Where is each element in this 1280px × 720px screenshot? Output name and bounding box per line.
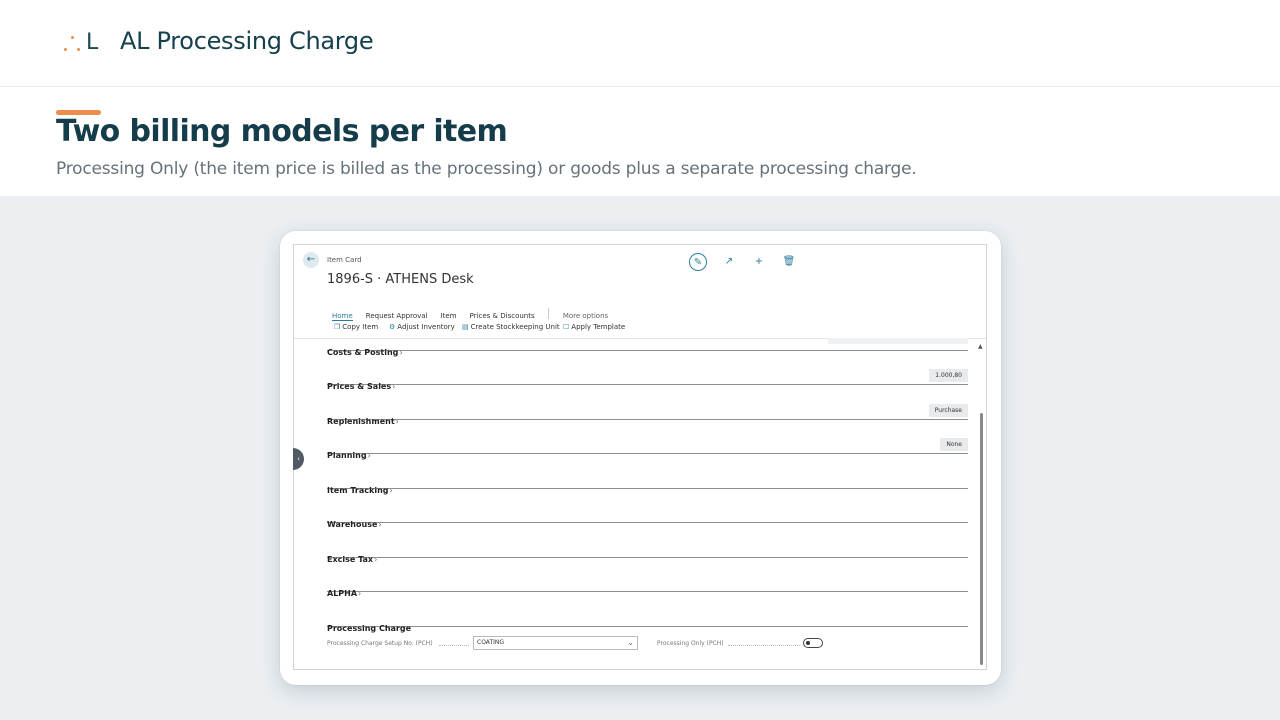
- section-item-tracking[interactable]: Item Tracking›: [327, 478, 968, 495]
- section-replenishment[interactable]: Replenishment› Purchase: [327, 404, 968, 426]
- section-costs-posting[interactable]: Costs & Posting›: [327, 338, 968, 357]
- share-icon[interactable]: ↗: [720, 253, 738, 271]
- page-subtitle: Processing Only (the item price is bille…: [56, 159, 917, 179]
- create-stockkeeping-unit-button[interactable]: ▤ Create Stockkeeping Unit: [462, 323, 560, 331]
- item-card-screen: ← Item Card 1896-S · ATHENS Desk ✎ ↗ + 🗑…: [293, 244, 987, 670]
- back-arrow-icon[interactable]: ←: [303, 252, 319, 268]
- delete-icon[interactable]: 🗑: [780, 253, 798, 271]
- section-processing-charge[interactable]: Processing Charge: [327, 616, 968, 633]
- apply-template-button[interactable]: ☐ Apply Template: [563, 323, 625, 331]
- template-icon: ☐: [563, 323, 570, 331]
- chevron-right-icon: ›: [389, 486, 393, 495]
- chevron-right-icon: ›: [374, 555, 378, 564]
- section-prices-sales[interactable]: Prices & Sales› 1.000,80: [327, 369, 968, 391]
- page-title: Two billing models per item: [56, 114, 508, 149]
- processing-only-toggle[interactable]: [803, 638, 823, 648]
- processing-only-label: Processing Only (PCH): [657, 640, 724, 647]
- edit-icon[interactable]: ✎: [689, 253, 707, 271]
- section-summary-value: Purchase: [928, 404, 968, 417]
- inventory-icon: ⚙: [389, 323, 396, 331]
- stockkeeping-icon: ▤: [462, 323, 469, 331]
- action-tabs: Home Request Approval Item Prices & Disc…: [332, 303, 616, 321]
- item-card-title: 1896-S · ATHENS Desk: [327, 272, 474, 287]
- chevron-right-icon: ›: [378, 520, 382, 529]
- section-warehouse[interactable]: Warehouse›: [327, 512, 968, 529]
- field-leader-dots: [728, 645, 800, 646]
- chevron-right-icon: ›: [399, 348, 403, 357]
- chevron-down-icon: ⌄: [627, 638, 634, 647]
- home-toolbar: ❐ Copy Item ⚙ Adjust Inventory ▤ Create Sto…: [294, 317, 986, 339]
- logo: L: [62, 30, 104, 57]
- scrollbar-thumb[interactable]: [980, 413, 983, 665]
- processing-charge-setup-label: Processing Charge Setup No. (PCH): [327, 640, 433, 647]
- chevron-right-icon: ›: [367, 451, 371, 460]
- section-excise-tax[interactable]: Excise Tax›: [327, 547, 968, 564]
- section-alpha[interactable]: ALPHA›: [327, 581, 968, 598]
- section-summary-value: 1.000,80: [929, 369, 968, 382]
- collapsed-values-strip: [828, 338, 968, 344]
- chevron-right-icon: ›: [392, 382, 396, 391]
- scroll-up-arrow-icon[interactable]: ▲: [978, 343, 983, 350]
- section-planning[interactable]: Planning› None: [327, 438, 968, 460]
- toggle-knob: [806, 641, 810, 645]
- adjust-inventory-button[interactable]: ⚙ Adjust Inventory: [389, 323, 455, 331]
- top-bar: L AL Processing Charge: [0, 0, 1280, 87]
- copy-item-button[interactable]: ❐ Copy Item: [334, 323, 378, 331]
- chevron-right-icon: ›: [395, 417, 399, 426]
- processing-charge-setup-select[interactable]: COATING ⌄: [473, 636, 638, 650]
- section-summary-value: None: [940, 438, 968, 451]
- logo-letter: L: [86, 30, 99, 55]
- chevron-right-icon: ›: [358, 589, 362, 598]
- app-title: AL Processing Charge: [120, 27, 374, 55]
- copy-icon: ❐: [334, 323, 341, 331]
- new-icon[interactable]: +: [750, 253, 768, 271]
- breadcrumb: Item Card: [327, 256, 362, 264]
- field-leader-dots: [439, 645, 469, 646]
